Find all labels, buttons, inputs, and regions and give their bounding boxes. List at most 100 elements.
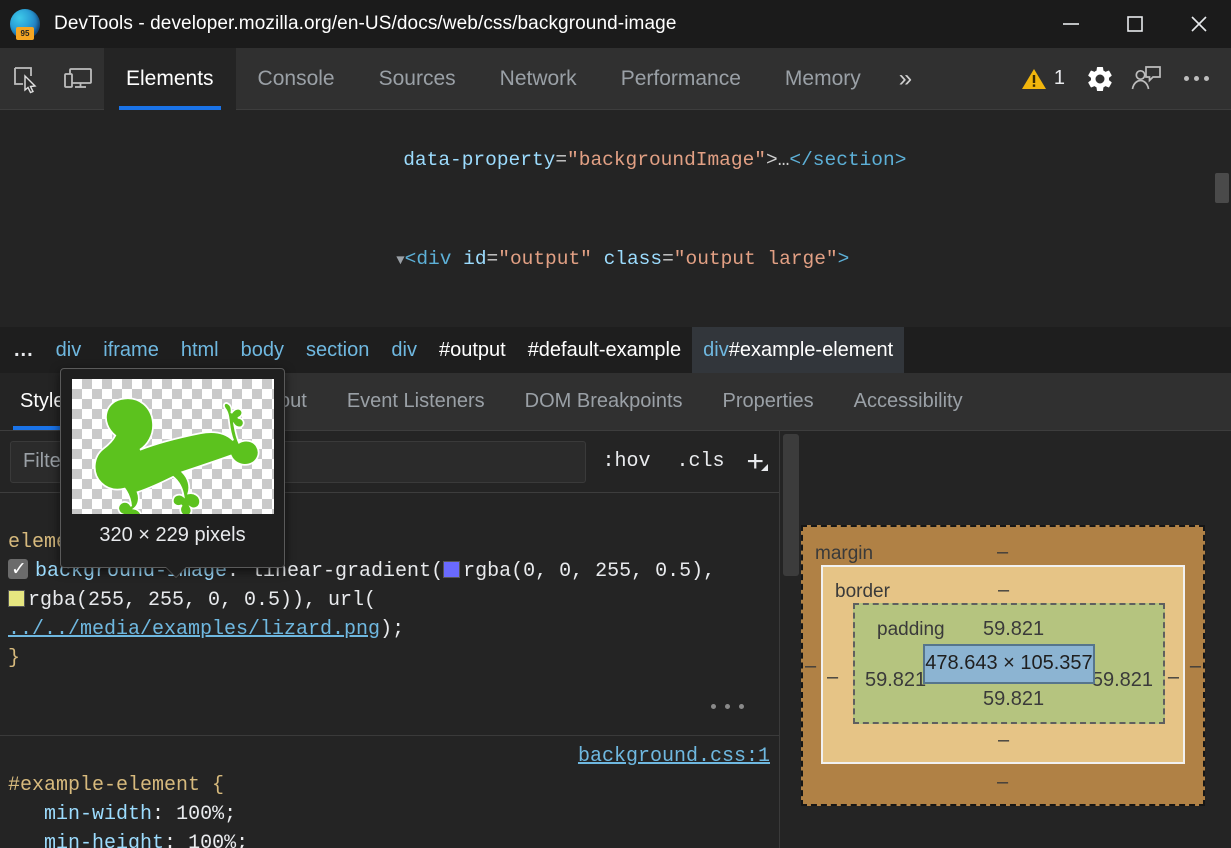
- gear-icon: [1085, 64, 1115, 94]
- dom-text-node: …: [778, 149, 790, 171]
- color-swatch-blue[interactable]: [443, 561, 460, 578]
- dom-attr-value: "output": [498, 248, 592, 270]
- tab-label: Memory: [785, 67, 861, 91]
- breadcrumb-overflow[interactable]: ...: [0, 327, 45, 373]
- css-value[interactable]: 100%;: [176, 803, 236, 826]
- css-property[interactable]: min-height: [44, 832, 164, 848]
- settings-button[interactable]: [1077, 48, 1123, 110]
- dom-attr-name: class: [604, 248, 663, 270]
- tab-accessibility[interactable]: Accessibility: [834, 373, 983, 430]
- scrollbar-thumb[interactable]: [783, 434, 799, 576]
- dom-tree-scrollbar[interactable]: [1213, 111, 1231, 327]
- tab-memory[interactable]: Memory: [763, 48, 883, 110]
- dom-line[interactable]: data-property="backgroundImage">…</secti…: [0, 111, 1231, 210]
- box-model-padding-bottom[interactable]: 59.821: [983, 688, 1044, 711]
- css-rule-origin-link[interactable]: background.css:1: [578, 742, 770, 771]
- breadcrumb-item-output[interactable]: #output: [428, 327, 517, 373]
- breadcrumb-item-div-2[interactable]: div: [380, 327, 428, 373]
- tab-network[interactable]: Network: [478, 48, 599, 110]
- box-model-padding-right[interactable]: 59.821: [1092, 669, 1153, 692]
- device-toolbar-icon: [62, 65, 94, 93]
- box-model-border-top[interactable]: –: [998, 579, 1009, 602]
- dom-line[interactable]: ▼<div id="output" class="output large">: [0, 210, 1231, 311]
- edge-browser-logo-icon: 95: [10, 9, 40, 39]
- dom-punct: =: [487, 248, 499, 270]
- expand-triangle-icon[interactable]: ▼: [396, 253, 404, 269]
- image-dimensions-caption: 320 × 229 pixels: [99, 524, 245, 547]
- box-model-pane: margin – – – – border – – – – padding 59…: [801, 431, 1231, 848]
- cls-toggle-button[interactable]: .cls: [666, 450, 734, 473]
- breadcrumb-item-section[interactable]: section: [295, 327, 380, 373]
- maximize-icon: [1122, 11, 1148, 37]
- tab-performance[interactable]: Performance: [599, 48, 763, 110]
- box-model-padding-label: padding: [877, 619, 945, 641]
- dom-punct: [592, 248, 604, 270]
- breadcrumb-item-body[interactable]: body: [230, 327, 295, 373]
- css-rule-example-element[interactable]: #example-element { min-width: 100%; min-…: [0, 736, 780, 848]
- css-value[interactable]: 100%;: [188, 832, 248, 848]
- scrollbar-thumb[interactable]: [1215, 173, 1229, 203]
- styles-pane-scrollbar[interactable]: [779, 431, 801, 848]
- close-button[interactable]: [1167, 0, 1231, 48]
- box-model-border-box[interactable]: border – – – – padding 59.821 59.821 59.…: [821, 565, 1185, 764]
- tab-event-listeners[interactable]: Event Listeners: [327, 373, 505, 430]
- box-model-padding-top[interactable]: 59.821: [983, 618, 1044, 641]
- dom-tree[interactable]: data-property="backgroundImage">…</secti…: [0, 111, 1231, 327]
- breadcrumb-item-example-element[interactable]: div#example-element: [692, 327, 904, 373]
- box-model-border-bottom[interactable]: –: [998, 729, 1009, 752]
- css-selector[interactable]: #example-element {: [8, 774, 224, 797]
- rule-overflow-dots[interactable]: [711, 704, 744, 709]
- tab-label: Elements: [126, 67, 214, 91]
- dom-tag: <div: [405, 248, 464, 270]
- breadcrumb-item-iframe[interactable]: iframe: [92, 327, 170, 373]
- minimize-icon: [1058, 11, 1084, 37]
- image-thumbnail: [72, 379, 274, 514]
- tab-dom-breakpoints[interactable]: DOM Breakpoints: [505, 373, 703, 430]
- device-toolbar-button[interactable]: [52, 48, 104, 110]
- close-icon: [1186, 11, 1212, 37]
- box-model-padding-left[interactable]: 59.821: [865, 669, 926, 692]
- tooltip-arrow: [165, 567, 187, 578]
- box-model-padding-box[interactable]: padding 59.821 59.821 59.821 59.821 478.…: [853, 603, 1165, 724]
- hov-toggle-button[interactable]: :hov: [592, 450, 660, 473]
- box-model-margin-right[interactable]: –: [1190, 655, 1201, 678]
- declaration-enabled-checkbox[interactable]: [8, 559, 28, 579]
- maximize-button[interactable]: [1103, 0, 1167, 48]
- inspect-element-button[interactable]: [0, 48, 52, 110]
- css-property[interactable]: min-width: [44, 803, 152, 826]
- box-model-margin-top[interactable]: –: [997, 541, 1008, 564]
- warning-triangle-icon: [1021, 67, 1047, 91]
- breadcrumb-item-default-example[interactable]: #default-example: [517, 327, 692, 373]
- breadcrumb: ... div iframe html body section div #ou…: [0, 327, 1231, 373]
- box-model-content-size[interactable]: 478.643 × 105.357: [923, 644, 1095, 684]
- dom-attr-value: "backgroundImage": [567, 149, 766, 171]
- more-options-button[interactable]: [1169, 48, 1223, 110]
- warning-indicator[interactable]: 1: [1009, 67, 1077, 91]
- breadcrumb-item-html[interactable]: html: [170, 327, 230, 373]
- more-tabs-button[interactable]: »: [883, 48, 928, 110]
- dom-punct: >: [766, 149, 778, 171]
- minimize-button[interactable]: [1039, 0, 1103, 48]
- css-rule-close: }: [8, 647, 20, 670]
- box-model-border-left[interactable]: –: [827, 666, 838, 689]
- tab-properties[interactable]: Properties: [703, 373, 834, 430]
- color-swatch-yellow[interactable]: [8, 590, 25, 607]
- tab-elements[interactable]: Elements: [104, 48, 236, 110]
- breadcrumb-item-div[interactable]: div: [45, 327, 93, 373]
- box-model-margin-left[interactable]: –: [805, 655, 816, 678]
- dom-attr-name: id: [463, 248, 486, 270]
- tab-console[interactable]: Console: [236, 48, 357, 110]
- css-value-part2: rgba(255, 255, 0, 0.5)), url(: [28, 589, 376, 612]
- dom-punct: =: [555, 149, 567, 171]
- box-model-border-right[interactable]: –: [1168, 666, 1179, 689]
- box-model-margin-bottom[interactable]: –: [997, 771, 1008, 794]
- dom-line[interactable]: ▼<section id="default-example">: [0, 311, 1231, 327]
- feedback-person-icon: [1129, 64, 1163, 94]
- css-url-link[interactable]: ../../media/examples/lizard.png: [8, 618, 380, 641]
- lizard-icon: [72, 379, 274, 514]
- box-model-diagram[interactable]: margin – – – – border – – – – padding 59…: [801, 525, 1205, 806]
- tab-sources[interactable]: Sources: [357, 48, 478, 110]
- feedback-button[interactable]: [1123, 48, 1169, 110]
- caret-icon: [761, 464, 768, 471]
- new-style-rule-button[interactable]: +: [734, 445, 770, 479]
